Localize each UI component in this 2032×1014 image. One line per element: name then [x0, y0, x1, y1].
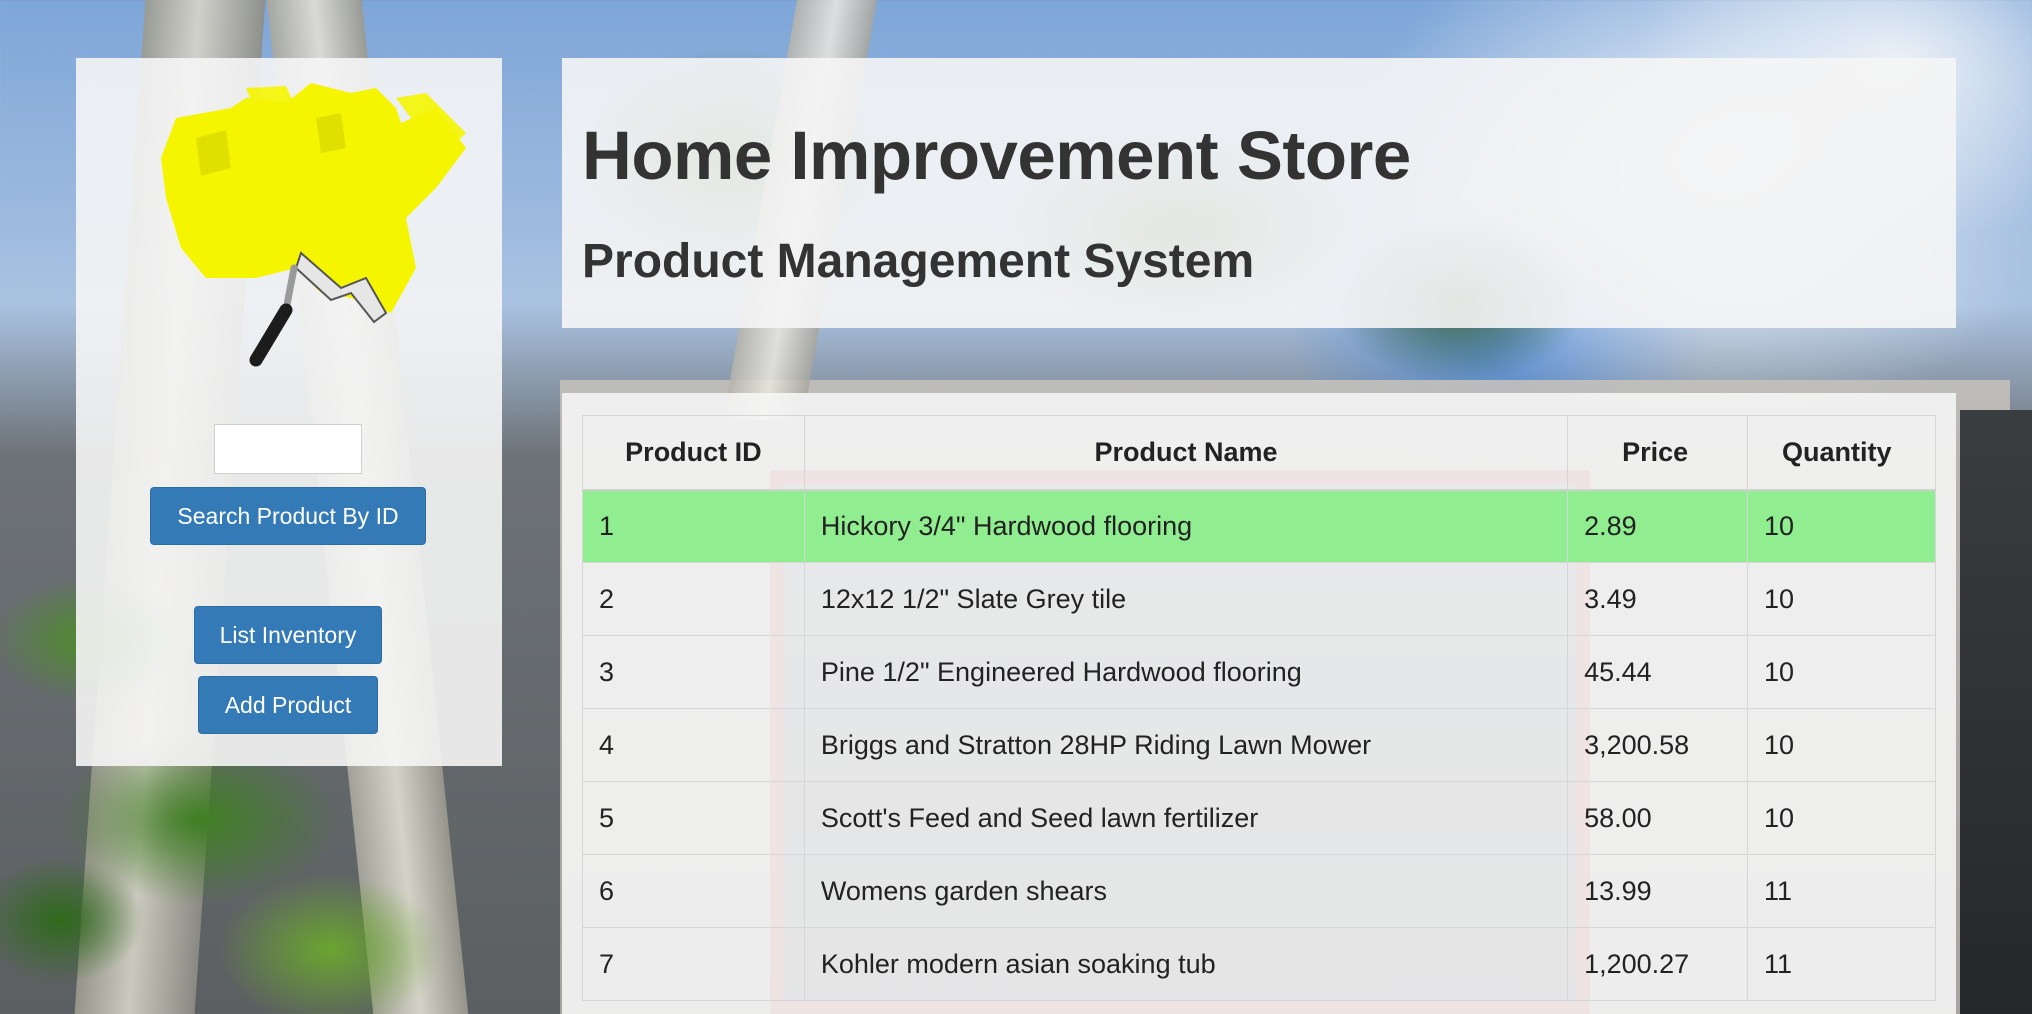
cell-price: 58.00 [1567, 781, 1749, 855]
cell-quantity: 10 [1747, 781, 1936, 855]
search-product-by-id-button[interactable]: Search Product By ID [150, 487, 426, 545]
cell-product-name: 12x12 1/2" Slate Grey tile [803, 562, 1569, 636]
cell-price: 3.49 [1567, 562, 1749, 636]
cell-product-name: Scott's Feed and Seed lawn fertilizer [803, 781, 1569, 855]
cell-product-name: Kohler modern asian soaking tub [803, 927, 1569, 1001]
cell-price: 3,200.58 [1567, 708, 1749, 782]
page-subtitle: Product Management System [582, 235, 1255, 288]
table-row[interactable]: 4 Briggs and Stratton 28HP Riding Lawn Mo… [582, 708, 1936, 782]
cell-product-name: Briggs and Stratton 28HP Riding Lawn Mow… [803, 708, 1569, 782]
sidebar: Search Product By ID List Inventory Add … [76, 58, 502, 766]
table-row[interactable]: 1 Hickory 3/4" Hardwood flooring 2.89 10 [582, 489, 1936, 563]
table-row[interactable]: 7 Kohler modern asian soaking tub 1,200.27… [582, 927, 1936, 1001]
paint-roller-icon [161, 83, 466, 367]
column-header-quantity: Quantity [1747, 415, 1936, 491]
inventory-panel: Product ID Product Name Price Quantity 1… [562, 393, 1956, 1014]
cell-product-id: 4 [582, 708, 805, 782]
column-header-product-id: Product ID [582, 415, 805, 491]
cell-price: 1,200.27 [1567, 927, 1749, 1001]
cell-quantity: 11 [1747, 927, 1936, 1001]
cell-price: 13.99 [1567, 854, 1749, 928]
table-row[interactable]: 5 Scott's Feed and Seed lawn fertilizer 58… [582, 781, 1936, 855]
cell-product-name: Womens garden shears [803, 854, 1569, 928]
table-row[interactable]: 2 12x12 1/2" Slate Grey tile 3.49 10 [582, 562, 1936, 636]
cell-price: 2.89 [1567, 489, 1749, 563]
column-header-price: Price [1567, 415, 1749, 491]
cell-product-id: 1 [582, 489, 805, 563]
product-id-search-input[interactable] [214, 424, 362, 474]
cell-quantity: 10 [1747, 489, 1936, 563]
table-row[interactable]: 6 Womens garden shears 13.99 11 [582, 854, 1936, 928]
cell-product-id: 2 [582, 562, 805, 636]
cell-quantity: 10 [1747, 635, 1936, 709]
column-header-product-name: Product Name [803, 415, 1569, 491]
cell-quantity: 11 [1747, 854, 1936, 928]
page-title: Home Improvement Store [582, 117, 1411, 194]
cell-product-id: 3 [582, 635, 805, 709]
cell-quantity: 10 [1747, 708, 1936, 782]
table-header-row: Product ID Product Name Price Quantity [582, 415, 1936, 491]
cell-product-id: 7 [582, 927, 805, 1001]
header: Home Improvement Store Product Managemen… [562, 58, 1956, 328]
background-building-right [1960, 410, 2032, 1014]
cell-quantity: 10 [1747, 562, 1936, 636]
cell-product-name: Pine 1/2" Engineered Hardwood flooring [803, 635, 1569, 709]
table-row[interactable]: 3 Pine 1/2" Engineered Hardwood flooring 4… [582, 635, 1936, 709]
list-inventory-button[interactable]: List Inventory [194, 606, 382, 664]
cell-product-id: 5 [582, 781, 805, 855]
add-product-button[interactable]: Add Product [198, 676, 378, 734]
cell-product-id: 6 [582, 854, 805, 928]
cell-price: 45.44 [1567, 635, 1749, 709]
table-body: 1 Hickory 3/4" Hardwood flooring 2.89 10 2 12… [582, 489, 1936, 1001]
cell-product-name: Hickory 3/4" Hardwood flooring [803, 489, 1569, 563]
inventory-table: Product ID Product Name Price Quantity 1… [582, 415, 1936, 1001]
